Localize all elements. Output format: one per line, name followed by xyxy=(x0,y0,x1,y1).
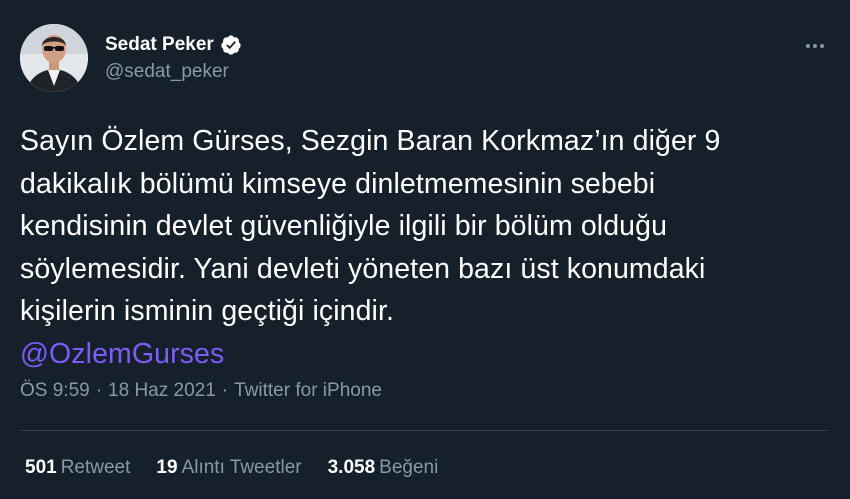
retweet-label: Retweet xyxy=(60,457,131,478)
more-options-icon[interactable] xyxy=(800,36,830,56)
like-label: Beğeni xyxy=(379,457,439,478)
quote-count: 19 xyxy=(156,457,178,478)
tweet-text-line: kişilerin isminin geçtiği içindir. xyxy=(20,295,395,327)
retweet-count-link[interactable]: 501 Retweet xyxy=(25,457,130,479)
tweet-text-line: kendisinin devlet güvenliğiyle ilgili bi… xyxy=(20,210,668,242)
display-name[interactable]: Sedat Peker xyxy=(105,34,214,56)
dot xyxy=(806,44,810,48)
display-name-row: Sedat Peker xyxy=(105,32,242,58)
quote-label: Alıntı Tweetler xyxy=(181,457,302,478)
tweet-header: Sedat Peker @sedat_peker xyxy=(20,24,830,92)
like-count-link[interactable]: 3.058 Beğeni xyxy=(328,457,439,479)
meta-separator: · xyxy=(221,380,229,401)
tweet-source[interactable]: Twitter for iPhone xyxy=(234,380,382,401)
retweet-count: 501 xyxy=(25,457,57,478)
avatar[interactable] xyxy=(20,24,88,92)
tweet-time[interactable]: ÖS 9:59 xyxy=(20,380,90,401)
mention-link[interactable]: @OzlemGurses xyxy=(20,338,224,370)
author-handle[interactable]: @sedat_peker xyxy=(105,61,242,83)
tweet-text-line: dakikalık bölümü kimseye dinletmemesinin… xyxy=(20,167,656,200)
like-count: 3.058 xyxy=(327,457,376,478)
tweet-text-line: söylemesidir. Yani devleti yöneten bazı … xyxy=(20,252,706,285)
divider xyxy=(20,430,828,431)
meta-separator: · xyxy=(95,380,103,401)
tweet-date[interactable]: 18 Haz 2021 xyxy=(108,380,216,401)
author-names: Sedat Peker @sedat_peker xyxy=(105,32,242,83)
quote-count-link[interactable]: 19 Alıntı Tweetler xyxy=(156,457,301,479)
dot xyxy=(820,44,824,48)
tweet-text: Sayın Özlem Gürses, Sezgin Baran Korkmaz… xyxy=(20,120,830,375)
verified-badge-icon xyxy=(220,34,242,56)
tweet-meta: ÖS 9:59 · 18 Haz 2021 · Twitter for iPhone xyxy=(20,380,382,402)
dot xyxy=(813,44,817,48)
tweet-stats: 501 Retweet 19 Alıntı Tweetler 3.058 Beğeni xyxy=(25,457,438,479)
tweet-card: Sedat Peker @sedat_peker Sayın Özlem Gür… xyxy=(0,0,850,499)
tweet-text-line: Sayın Özlem Gürses, Sezgin Baran Korkmaz… xyxy=(20,125,721,157)
